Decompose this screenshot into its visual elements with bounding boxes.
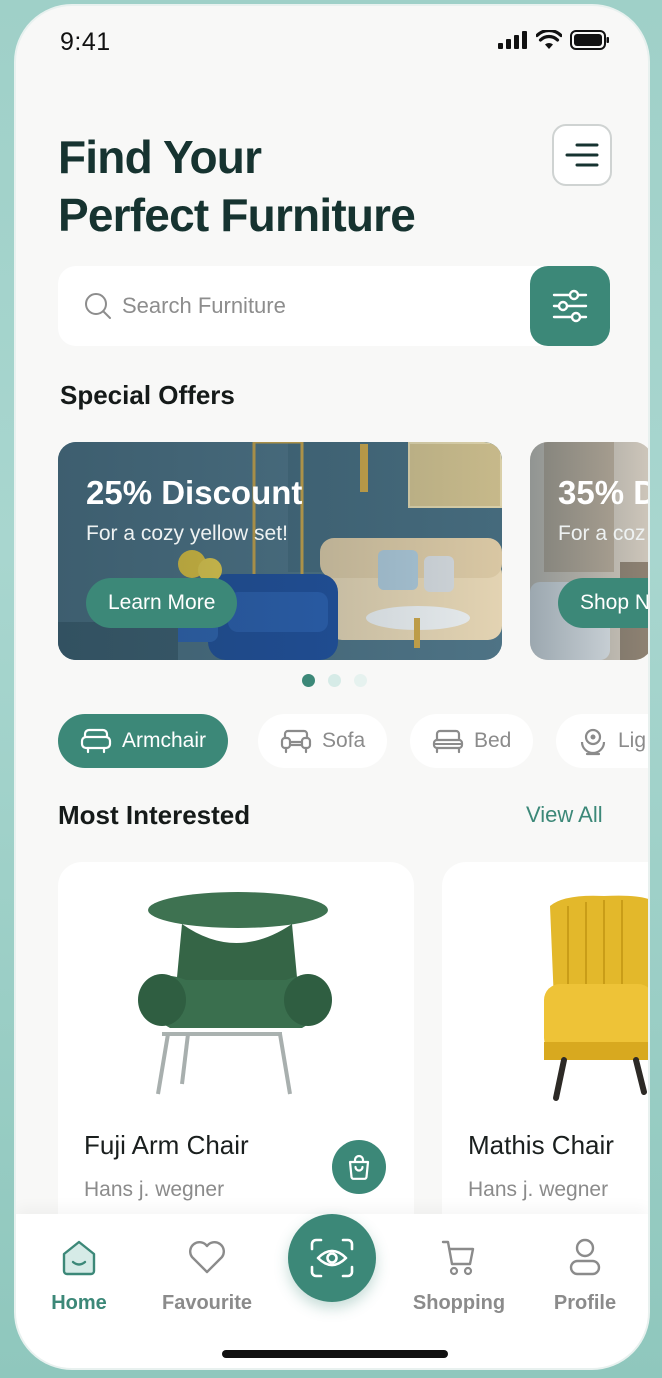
carousel-pagination [302, 674, 367, 687]
yellow-chair-image [544, 895, 648, 1101]
product-list: Fuji Arm Chair Hans j. wegner Mathis Cha… [58, 862, 648, 1222]
offer-card[interactable]: 25% Discount For a cozy yellow set! Lear… [58, 442, 502, 660]
sofa-icon [280, 729, 312, 754]
view-all-link[interactable]: View All [526, 802, 603, 828]
signal-icon [498, 31, 527, 49]
offers-carousel[interactable]: 25% Discount For a cozy yellow set! Lear… [58, 442, 650, 662]
nav-shopping[interactable]: Shopping [404, 1234, 514, 1315]
nav-profile[interactable]: Profile [530, 1234, 640, 1315]
add-to-bag-button[interactable] [332, 1140, 386, 1194]
offer-title: 25% Discount [86, 474, 303, 511]
shop-now-button[interactable]: Shop N [558, 578, 648, 628]
pagination-dot[interactable] [354, 674, 367, 687]
product-maker: Hans j. wegner [84, 1178, 225, 1201]
shopping-bag-icon [348, 1154, 370, 1180]
search-icon [85, 293, 111, 319]
sliders-icon [552, 289, 588, 323]
category-label: Sofa [322, 729, 366, 752]
scan-eye-icon [310, 1238, 354, 1278]
nav-home[interactable]: Home [24, 1234, 134, 1315]
learn-more-button[interactable]: Learn More [86, 578, 238, 628]
phone-screen: 9:41 Find Your Perfect Furniture Search … [14, 4, 650, 1370]
battery-icon [570, 30, 609, 50]
home-icon [62, 1240, 96, 1276]
product-name: Mathis Chair [468, 1130, 614, 1160]
search-bar [58, 266, 610, 346]
pagination-dot[interactable] [328, 674, 341, 687]
pagination-dot[interactable] [302, 674, 315, 687]
nav-label: Shopping [412, 1292, 506, 1314]
home-indicator [222, 1350, 448, 1358]
cart-icon [441, 1240, 475, 1276]
offer-subtitle: For a cozy yellow set! [86, 522, 288, 545]
user-icon [569, 1238, 601, 1276]
heart-icon [189, 1241, 225, 1274]
title-line-1: Find Your [58, 131, 262, 183]
nav-label: Favourite [161, 1292, 253, 1314]
offer-title: 35% D [558, 474, 650, 511]
filter-button[interactable] [530, 266, 610, 346]
category-sofa[interactable]: Sofa [258, 714, 388, 768]
menu-button[interactable] [552, 124, 612, 186]
nav-favourite[interactable]: Favourite [152, 1234, 262, 1315]
status-icons [498, 30, 610, 50]
green-armchair-image [138, 892, 332, 1095]
menu-lines-icon [565, 143, 599, 167]
category-bed[interactable]: Bed [410, 714, 534, 768]
special-offers-title: Special Offers [60, 380, 235, 410]
nav-label: Profile [553, 1292, 617, 1314]
search-input[interactable] [122, 266, 502, 346]
offer-card[interactable]: 35% D For a coz Shop N [530, 442, 650, 660]
bed-icon [432, 729, 464, 754]
category-label: Armchair [122, 729, 207, 752]
status-time: 9:41 [60, 28, 111, 56]
product-maker: Hans j. wegner [468, 1178, 609, 1201]
wifi-icon [536, 30, 562, 49]
status-bar: 9:41 [16, 6, 648, 86]
scan-button[interactable] [288, 1214, 376, 1302]
title-line-2: Perfect Furniture [58, 189, 416, 241]
category-armchair[interactable]: Armchair [58, 714, 229, 768]
category-chips: Armchair Sofa Bed Lig [58, 714, 648, 770]
nav-label: Home [51, 1292, 107, 1314]
offer-subtitle: For a coz [558, 522, 646, 545]
product-card[interactable]: Mathis Chair Hans j. wegner [442, 862, 648, 1222]
product-card[interactable]: Fuji Arm Chair Hans j. wegner [58, 862, 414, 1222]
armchair-icon [80, 728, 112, 754]
lamp-icon [580, 728, 606, 756]
page-title: Find Your Perfect Furniture [58, 128, 416, 244]
category-label: Bed [474, 729, 512, 752]
category-label: Lig [618, 729, 647, 752]
product-name: Fuji Arm Chair [84, 1130, 249, 1160]
category-lighting[interactable]: Lig [556, 714, 648, 768]
most-interested-title: Most Interested [58, 800, 251, 830]
